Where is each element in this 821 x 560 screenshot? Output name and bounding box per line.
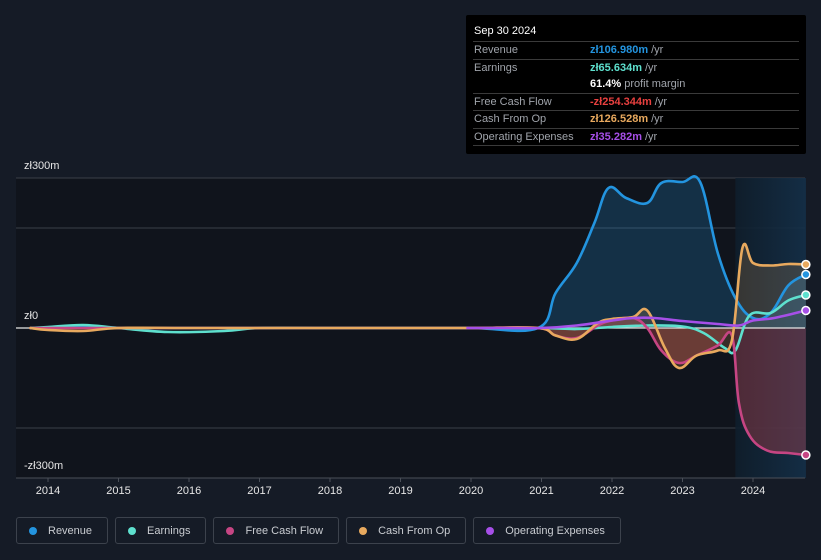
x-tick-label: 2020 xyxy=(458,485,484,497)
tooltip-label: Cash From Op xyxy=(474,113,547,126)
x-tick-label: 2023 xyxy=(670,485,695,497)
legend-dot-icon xyxy=(226,526,235,535)
tooltip-label: Operating Expenses xyxy=(474,130,574,143)
tooltip-label: Revenue xyxy=(474,44,519,57)
tooltip-unit: /yr xyxy=(644,130,658,143)
series-endpoint-revenue xyxy=(801,269,811,280)
tooltip-unit: /yr xyxy=(651,113,664,126)
x-tick-label: 2019 xyxy=(388,485,413,497)
tooltip-row-cash-from-op: Cash From Op zł126.528m /yr xyxy=(473,111,799,129)
tooltip-unit: /yr xyxy=(651,44,664,57)
legend-label: Free Cash Flow xyxy=(245,524,324,537)
tooltip-row-revenue: Revenue zł106.980m /yr xyxy=(473,42,799,60)
chart-legend: Revenue Earnings Free Cash Flow Cash Fro… xyxy=(16,517,621,544)
legend-item-revenue[interactable]: Revenue xyxy=(16,517,109,544)
legend-item-operating-expenses[interactable]: Operating Expenses xyxy=(473,517,621,544)
legend-label: Operating Expenses xyxy=(505,524,605,537)
x-tick-label: 2014 xyxy=(35,485,61,497)
legend-label: Revenue xyxy=(48,524,93,537)
x-tick-label: 2021 xyxy=(529,485,554,497)
tooltip-row-profit-margin: 61.4% profit margin xyxy=(473,76,799,94)
y-label-bottom: -zł300m xyxy=(24,460,64,472)
series-endpoint-earnings xyxy=(801,290,811,300)
legend-label: Earnings xyxy=(147,524,191,537)
legend-dot-icon xyxy=(29,526,37,535)
x-axis xyxy=(16,477,805,482)
series-endpoint-operating-expenses xyxy=(801,305,811,316)
tooltip-unit: profit margin xyxy=(624,78,686,91)
x-tick-label: 2018 xyxy=(317,485,343,497)
y-label-zero: zł0 xyxy=(24,310,39,322)
x-tick-label: 2015 xyxy=(106,485,131,497)
series-endpoint-cash-from-op xyxy=(801,259,811,270)
x-tick-label: 2022 xyxy=(599,485,625,497)
x-tick-label: 2017 xyxy=(247,485,272,497)
legend-item-free-cash-flow[interactable]: Free Cash Flow xyxy=(213,517,340,544)
legend-dot-icon xyxy=(486,526,495,535)
tooltip-value: zł106.980m xyxy=(590,44,649,57)
tooltip-value: zł126.528m xyxy=(590,113,649,126)
tooltip-unit: /yr xyxy=(644,61,658,74)
tooltip-row-operating-expenses: Operating Expenses zł35.282m /yr xyxy=(473,129,799,146)
tooltip-value: zł35.282m xyxy=(590,130,642,143)
x-tick-label: 2016 xyxy=(176,485,202,497)
legend-label: Cash From Op xyxy=(378,524,451,537)
tooltip-row-free-cash-flow: Free Cash Flow -zł254.344m /yr xyxy=(473,94,799,111)
tooltip-label: Free Cash Flow xyxy=(474,95,552,108)
legend-dot-icon xyxy=(128,526,137,535)
legend-item-cash-from-op[interactable]: Cash From Op xyxy=(346,517,467,544)
tooltip-label: Earnings xyxy=(474,61,518,74)
x-tick-label: 2024 xyxy=(740,485,766,497)
y-label-top: zł300m xyxy=(24,160,60,172)
tooltip-date: Sep 30 2024 xyxy=(473,23,799,42)
tooltip-row-earnings: Earnings zł65.634m /yr xyxy=(473,60,799,77)
tooltip-unit: /yr xyxy=(654,95,667,108)
legend-item-earnings[interactable]: Earnings xyxy=(115,517,207,544)
legend-dot-icon xyxy=(359,526,368,535)
tooltip-value: -zł254.344m xyxy=(590,95,652,108)
series-endpoint-free-cash-flow xyxy=(801,450,811,460)
data-tooltip: Sep 30 2024 Revenue zł106.980m /yr Earni… xyxy=(466,15,806,154)
tooltip-value: 61.4% xyxy=(590,78,622,91)
tooltip-value: zł65.634m xyxy=(590,61,642,74)
